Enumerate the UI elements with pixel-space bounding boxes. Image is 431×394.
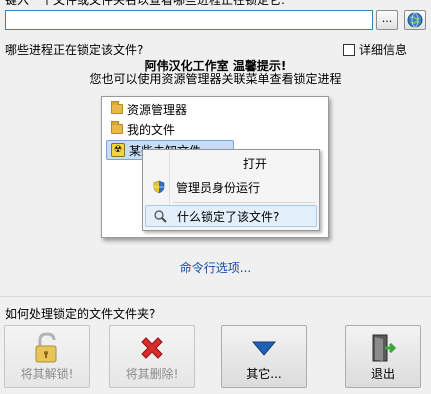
hazard-icon: ☢ xyxy=(111,143,125,157)
unlock-button-label: 将其解锁! xyxy=(20,367,74,381)
ctx-menu-label: 打开 xyxy=(242,156,268,171)
globe-icon xyxy=(407,12,423,28)
ctx-menu-item-open: 打开 xyxy=(145,152,317,174)
ctx-menu-label: 管理员身份运行 xyxy=(176,180,261,195)
ctx-menu-label: 什么锁定了该文件? xyxy=(177,209,280,224)
folder-icon xyxy=(111,101,123,114)
other-options-button-label: 其它... xyxy=(246,367,282,381)
details-checkbox-group[interactable]: 详细信息 xyxy=(343,41,407,58)
path-prompt-label: 键入一个文件或文件夹名以查看哪些进程正在锁定它: xyxy=(5,0,286,7)
other-options-button[interactable]: 其它... xyxy=(221,325,307,388)
ctx-menu-separator xyxy=(173,202,316,203)
path-input[interactable] xyxy=(5,10,373,30)
how-to-handle-label: 如何处理锁定的文件文件夹? xyxy=(5,307,156,321)
unlock-button[interactable]: 将其解锁! xyxy=(4,325,90,388)
exit-door-icon xyxy=(367,332,399,364)
folder-icon xyxy=(111,121,123,134)
context-menu: 打开 管理员身份运行 什么锁定了该文件? xyxy=(142,149,320,231)
browse-button[interactable]: ... xyxy=(376,10,398,30)
magnifier-icon xyxy=(152,208,168,224)
tree-item-label: 我的文件 xyxy=(127,122,176,137)
red-x-icon xyxy=(136,332,168,364)
details-label: 详细信息 xyxy=(359,43,408,57)
tree-item: 资源管理器 xyxy=(111,100,187,118)
exit-button[interactable]: 退出 xyxy=(345,325,421,388)
context-menu-illustration: 资源管理器 我的文件 ☢ 某些未知文件 打开 管理员身份运行 xyxy=(101,96,329,238)
tree-item-label: 资源管理器 xyxy=(127,102,188,117)
exit-button-label: 退出 xyxy=(370,367,395,381)
command-line-options-link[interactable]: 命令行选项... xyxy=(0,259,431,276)
shield-icon xyxy=(151,179,167,195)
tree-item: 我的文件 xyxy=(111,120,175,138)
padlock-icon xyxy=(31,332,63,364)
ctx-menu-item-run-as-admin: 管理员身份运行 xyxy=(145,176,317,198)
delete-button[interactable]: 将其删除! xyxy=(109,325,195,388)
delete-button-label: 将其删除! xyxy=(125,367,179,381)
section-divider xyxy=(0,296,431,297)
ctx-menu-item-what-locks: 什么锁定了该文件? xyxy=(145,205,317,227)
notice-text: 您也可以使用资源管理器关联菜单查看锁定进程 xyxy=(89,72,342,86)
which-process-label: 哪些进程正在锁定该文件? xyxy=(5,43,144,57)
triangle-down-icon xyxy=(248,332,280,364)
details-checkbox[interactable] xyxy=(343,43,355,56)
globe-button[interactable] xyxy=(404,10,426,30)
